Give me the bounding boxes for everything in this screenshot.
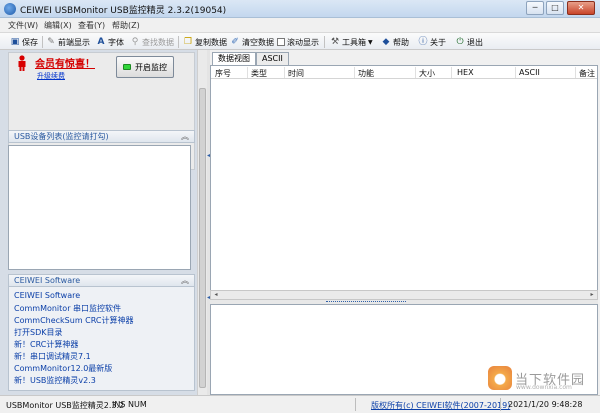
- clear-button[interactable]: ✐ 清空数据: [230, 35, 274, 49]
- toolbar-separator: [42, 36, 43, 48]
- scroll-left-icon[interactable]: ◂: [211, 291, 221, 299]
- find-button[interactable]: ⚲ 查找数据: [130, 35, 174, 49]
- toolbar-separator: [178, 36, 179, 48]
- column-divider[interactable]: [575, 67, 576, 78]
- column-header[interactable]: ASCII: [519, 68, 540, 77]
- pin-icon: ✎: [47, 37, 55, 47]
- renew-link[interactable]: 升级续费: [37, 71, 65, 81]
- app-icon: [4, 3, 16, 15]
- menu-help[interactable]: 帮助(Z): [112, 20, 140, 31]
- status-divider: [500, 398, 501, 411]
- minimize-button[interactable]: ─: [526, 1, 544, 15]
- column-divider[interactable]: [247, 67, 248, 78]
- software-link[interactable]: CommMonitor12.0最新版: [14, 363, 112, 374]
- software-link[interactable]: 新！串口调试精灵7.1: [14, 351, 91, 362]
- column-divider[interactable]: [284, 67, 285, 78]
- font-icon: A: [97, 37, 105, 47]
- save-button[interactable]: ▣ 保存: [10, 35, 38, 49]
- software-link[interactable]: CEIWEI Software: [14, 291, 80, 300]
- status-app: USBMonitor USB监控精灵2.3.2: [6, 401, 125, 410]
- status-divider: [355, 398, 356, 411]
- software-link[interactable]: CommCheckSum CRC计算神器: [14, 315, 134, 326]
- help-button[interactable]: ◆ 帮助: [381, 35, 409, 49]
- exit-icon: ⏻: [456, 37, 464, 47]
- software-link[interactable]: 打开SDK目录: [14, 327, 62, 338]
- start-monitor-button[interactable]: 开启监控: [116, 56, 174, 78]
- window-title: CEIWEI USBMonitor USB监控精灵 2.3.2(19054): [20, 6, 227, 16]
- promo-title[interactable]: 会员有惊喜！: [35, 55, 95, 70]
- auto-scroll-toggle[interactable]: 滚动显示: [277, 35, 319, 49]
- horizontal-scrollbar[interactable]: ◂ ▸: [210, 290, 598, 300]
- column-divider[interactable]: [415, 67, 416, 78]
- column-divider[interactable]: [451, 67, 452, 78]
- save-icon: ▣: [10, 37, 20, 47]
- help-icon: ◆: [382, 37, 390, 47]
- person-icon: [18, 55, 26, 71]
- collapse-icon[interactable]: ︽: [181, 275, 189, 286]
- menu-view[interactable]: 查看(Y): [78, 20, 105, 31]
- tools-icon: ⚒: [330, 37, 340, 47]
- column-header[interactable]: 大小: [419, 68, 435, 79]
- column-header[interactable]: 序号: [215, 68, 231, 79]
- menu-file[interactable]: 文件(W): [8, 20, 38, 31]
- scroll-right-icon[interactable]: ▸: [587, 291, 597, 299]
- status-led-icon: [123, 64, 131, 70]
- column-header[interactable]: HEX: [457, 68, 474, 77]
- menu-edit[interactable]: 编辑(X): [44, 20, 72, 31]
- close-button[interactable]: ✕: [567, 1, 595, 15]
- title-bar: CEIWEI USBMonitor USB监控精灵 2.3.2(19054) ─…: [0, 0, 600, 18]
- collapse-icon[interactable]: ︽: [181, 131, 189, 142]
- column-header[interactable]: 类型: [251, 68, 267, 79]
- menu-bar: 文件(W) 编辑(X) 查看(Y) 帮助(Z): [0, 18, 600, 32]
- data-view-pane: 数据视图 ASCII 序号 类型 时间 功能 大小 HEX ASCII 备注 ◂…: [210, 50, 600, 395]
- tools-dropdown[interactable]: ⚒ 工具箱 ▼: [330, 35, 373, 49]
- toolbar-separator: [324, 36, 325, 48]
- status-bar: USBMonitor USB监控精灵2.3.2 INS NUM 版权所有(c) …: [0, 395, 600, 413]
- info-icon: ⓘ: [418, 37, 428, 47]
- usb-device-list[interactable]: [8, 145, 191, 270]
- column-divider[interactable]: [515, 67, 516, 78]
- status-num: NUM: [128, 400, 147, 409]
- watermark-subtext: www.downxia.com: [516, 384, 572, 391]
- chevron-down-icon: ▼: [368, 38, 373, 46]
- software-header[interactable]: CEIWEI Software ︽: [8, 274, 195, 287]
- column-header[interactable]: 时间: [288, 68, 304, 79]
- status-ins: INS: [112, 400, 126, 409]
- font-button[interactable]: A 字体: [96, 35, 124, 49]
- tab-ascii[interactable]: ASCII: [256, 52, 289, 65]
- checkbox-icon: [277, 38, 285, 46]
- column-divider[interactable]: [354, 67, 355, 78]
- software-link[interactable]: CommMonitor 串口监控软件: [14, 303, 121, 314]
- watermark-logo-icon: [488, 366, 512, 390]
- software-link[interactable]: 新！CRC计算神器: [14, 339, 78, 350]
- tab-data-view[interactable]: 数据视图: [212, 52, 256, 65]
- toolbar: ▣ 保存 ✎ 前端显示 A 字体 ⚲ 查找数据 ❐ 复制数据 ✐ 清空数据 滚动…: [0, 32, 600, 50]
- maximize-button[interactable]: □: [546, 1, 564, 15]
- left-pane: 会员有惊喜！ 升级续费 开启监控 USB设备列表(监控请打勾) ︽ CEIWEI…: [0, 50, 197, 395]
- clear-icon: ✐: [231, 37, 239, 47]
- scrollbar-thumb[interactable]: [199, 88, 206, 388]
- status-datetime: 2021/1/20 9:48:28: [508, 400, 583, 409]
- column-header[interactable]: 功能: [358, 68, 374, 79]
- copy-icon: ❐: [183, 37, 193, 47]
- software-link[interactable]: 新！USB监控精灵v2.3: [14, 375, 96, 386]
- device-list-header[interactable]: USB设备列表(监控请打勾) ︽: [8, 130, 195, 143]
- data-table[interactable]: 序号 类型 时间 功能 大小 HEX ASCII 备注: [210, 65, 598, 298]
- about-button[interactable]: ⓘ 关于: [418, 35, 446, 49]
- search-icon: ⚲: [131, 37, 139, 47]
- column-header[interactable]: 备注: [579, 68, 595, 79]
- left-scrollbar[interactable]: [197, 50, 207, 395]
- exit-button[interactable]: ⏻ 退出: [455, 35, 483, 49]
- copy-button[interactable]: ❐ 复制数据: [183, 35, 227, 49]
- software-links: CEIWEI Software CommMonitor 串口监控软件 CommC…: [8, 287, 195, 391]
- topmost-button[interactable]: ✎ 前端显示: [46, 35, 90, 49]
- table-header: 序号 类型 时间 功能 大小 HEX ASCII 备注: [211, 66, 597, 79]
- copyright-link[interactable]: 版权所有(c) CEIWEI软件(2007-2019): [371, 400, 510, 411]
